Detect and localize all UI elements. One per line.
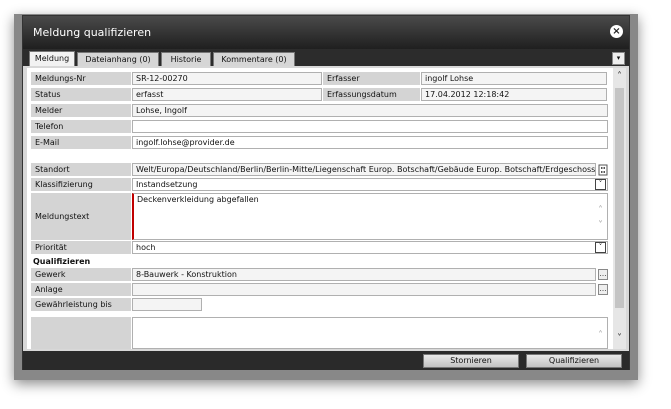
label-melder: Melder [31, 104, 131, 117]
standort-field[interactable]: Welt/Europa/Deutschland/Berlin/Berlin-Mi… [132, 163, 596, 176]
label-email: E-Mail [31, 136, 131, 149]
meldungsnr-field[interactable]: SR-12-00270 [132, 72, 322, 85]
scroll-up-icon[interactable]: ˄ [613, 71, 626, 82]
gewerk-lookup-button[interactable]: … [598, 269, 608, 280]
label-standort: Standort [31, 163, 131, 176]
dialog-window: Meldung qualifizieren × Meldung Dateianh… [22, 15, 630, 370]
close-icon[interactable]: × [610, 25, 623, 38]
label-prioritaet: Priorität [31, 241, 131, 254]
label-gewerk: Gewerk [31, 268, 131, 281]
label-meldungstext: Meldungstext [31, 193, 131, 240]
tab-meldung[interactable]: Meldung [29, 51, 75, 66]
tab-historie[interactable]: Historie [161, 52, 211, 66]
chevron-up-icon[interactable]: ˄ [594, 205, 607, 216]
chevron-down-icon[interactable]: ˅ [594, 220, 607, 231]
label-meldungsnr: Meldungs-Nr [31, 72, 131, 85]
chevron-down-icon[interactable]: ˅ [595, 242, 606, 253]
gewerk-field[interactable]: 8-Bauwerk - Konstruktion [132, 268, 596, 281]
anlage-lookup-button[interactable]: … [598, 284, 608, 295]
email-field[interactable]: ingolf.lohse@provider.de [132, 136, 608, 149]
telefon-field[interactable] [132, 120, 608, 133]
tab-menu-button[interactable]: ▾ [612, 52, 625, 65]
dialog-title: Meldung qualifizieren [33, 26, 152, 39]
section-qualifizieren: Qualifizieren [33, 257, 91, 266]
prioritaet-select[interactable]: hoch [132, 241, 608, 254]
status-field[interactable]: erfasst [132, 88, 322, 101]
title-bar: Meldung qualifizieren × [23, 16, 629, 49]
tab-dateianhang[interactable]: Dateianhang (0) [77, 52, 159, 66]
chevron-down-icon[interactable]: ˅ [595, 179, 606, 190]
qualifizieren-button[interactable]: Qualifizieren [526, 354, 622, 368]
tab-kommentare[interactable]: Kommentare (0) [213, 52, 295, 66]
scrollbar-thumb[interactable] [615, 88, 624, 308]
label-erfasser: Erfasser [323, 72, 420, 85]
klassifizierung-select[interactable]: Instandsetzung [132, 178, 608, 191]
erfassungsdatum-field[interactable]: 17.04.2012 12:18:42 [421, 88, 607, 101]
label-anlage: Anlage [31, 283, 131, 296]
label-partial-row [31, 317, 131, 349]
scroll-down-icon[interactable]: ˅ [613, 333, 626, 344]
label-erfassungsdatum: Erfassungsdatum [323, 88, 420, 101]
footer-bar: Stornieren Qualifizieren [23, 351, 629, 370]
gewaehrleistung-date-field[interactable] [132, 298, 202, 311]
label-telefon: Telefon [31, 120, 131, 133]
meldungstext-textarea[interactable]: Deckenverkleidung abgefallen [132, 193, 608, 240]
erfasser-field[interactable]: ingolf Lohse [421, 72, 607, 85]
label-status: Status [31, 88, 131, 101]
melder-field[interactable]: Lohse, Ingolf [132, 104, 608, 117]
tab-bar: Meldung Dateianhang (0) Historie Komment… [23, 49, 629, 66]
label-klassifizierung: Klassifizierung [31, 178, 131, 191]
partial-textarea[interactable] [132, 317, 608, 349]
chevron-up-icon[interactable]: ˄ [594, 330, 607, 341]
form-area: Meldungs-Nr SR-12-00270 Erfasser ingolf … [27, 68, 613, 349]
stornieren-button[interactable]: Stornieren [423, 354, 519, 368]
anlage-field[interactable] [132, 283, 596, 296]
building-icon[interactable] [598, 163, 608, 176]
label-gewaehrleistung: Gewährleistung bis [31, 298, 131, 311]
